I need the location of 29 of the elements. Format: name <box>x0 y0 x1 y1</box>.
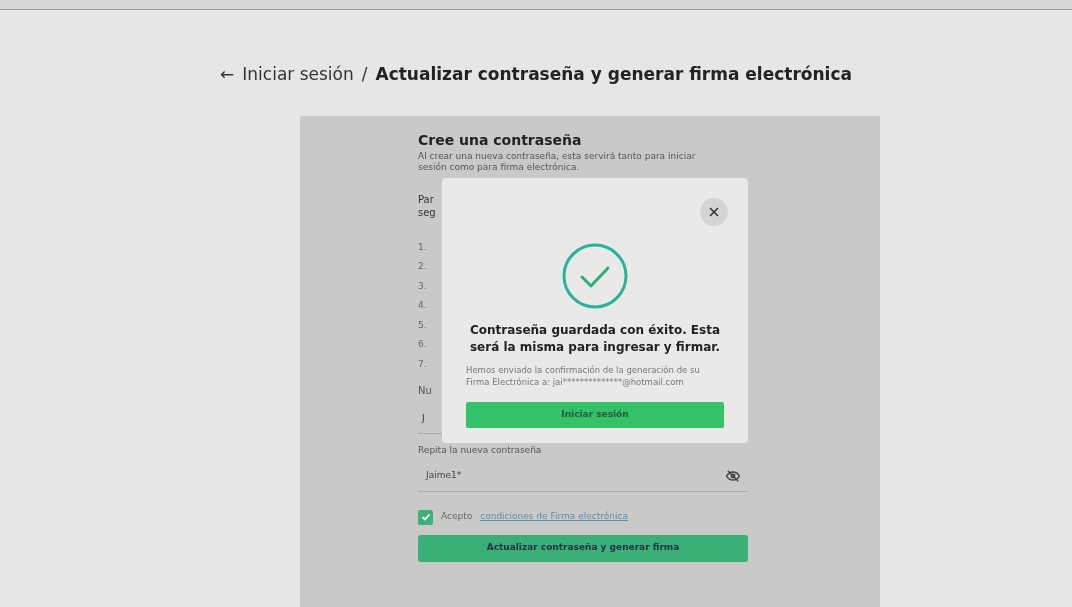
field-label: Nu <box>418 384 432 398</box>
breadcrumb-separator: / <box>361 63 368 86</box>
list-number: 6. <box>418 338 427 351</box>
list-number: 3. <box>418 279 427 293</box>
repeat-password-field[interactable]: Jaime1* <box>418 461 748 492</box>
modal-message: Hemos enviado la confirmación de la generación de su Firma Electrónica a: jai**************@hotmail.com <box>466 363 701 388</box>
modal-title: Contraseña guardada con éxito. Esta será la misma para ingresar y firmar. <box>468 321 722 356</box>
page-title: Actualizar contraseña y generar firma electrónica <box>375 63 852 86</box>
login-button[interactable]: Iniciar sesión <box>466 401 724 428</box>
terms-checkbox[interactable] <box>418 509 433 525</box>
form-description: Al crear una nueva contraseña, esta servirá tanto para iniciar sesión como para firma electrónica. <box>418 150 697 173</box>
checkmark-icon <box>420 512 431 522</box>
submit-button[interactable]: Actualizar contraseña y generar firma <box>418 534 748 562</box>
instruction-text: seg <box>418 205 436 219</box>
field-label: Repita la nueva contraseña <box>418 444 542 457</box>
back-arrow-icon[interactable]: ← <box>220 62 235 88</box>
close-icon <box>709 206 719 217</box>
list-number: 7. <box>418 357 427 371</box>
form-title: Cree una contraseña <box>418 130 582 150</box>
instruction-text: Par <box>418 192 434 206</box>
terms-text: Acepto <box>441 510 473 524</box>
eye-slash-icon[interactable] <box>726 470 740 482</box>
list-number: 5. <box>418 318 427 332</box>
list-number: 1. <box>418 240 427 254</box>
close-button[interactable] <box>700 197 728 226</box>
success-check-icon <box>561 241 629 310</box>
list-number: 2. <box>418 260 427 273</box>
breadcrumb-link[interactable]: Iniciar sesión <box>242 62 354 88</box>
list-number: 4. <box>418 299 427 312</box>
